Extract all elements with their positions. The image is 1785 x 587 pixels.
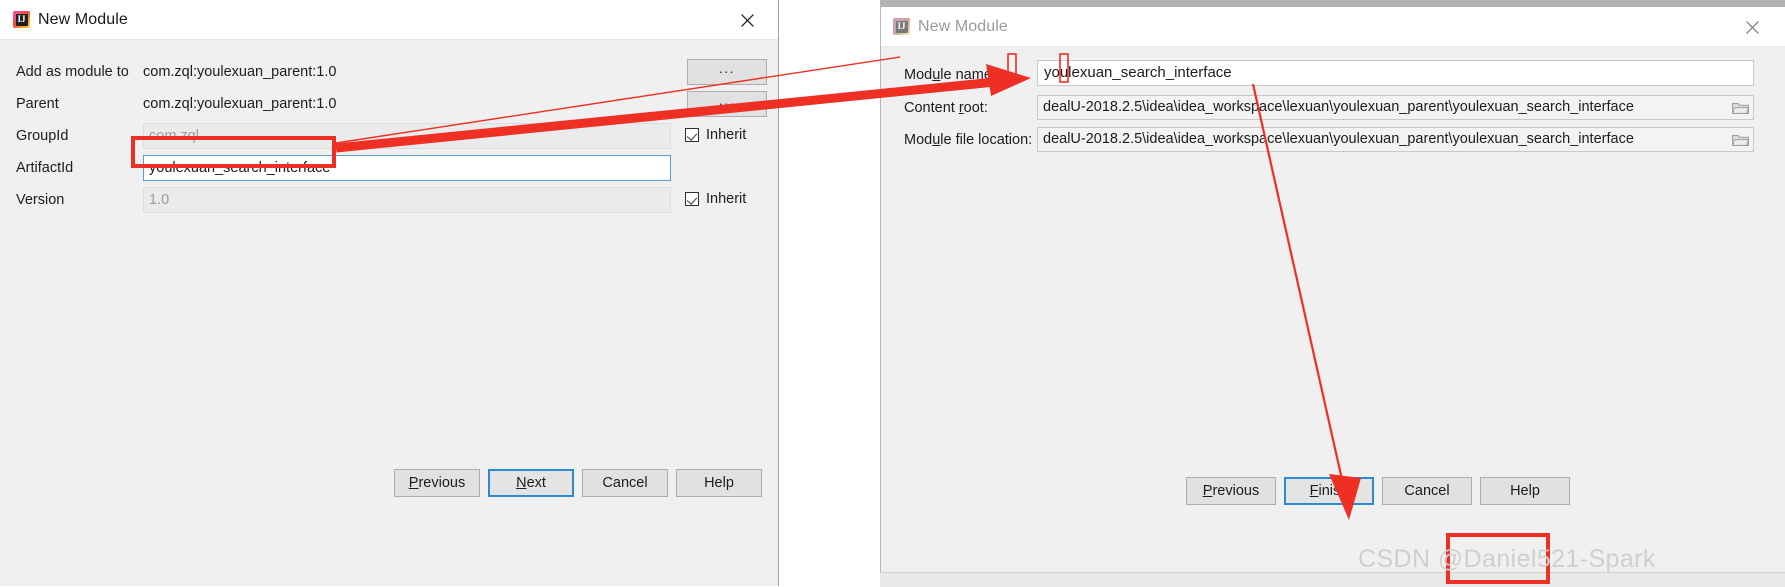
cancel-button-left[interactable]: Cancel [582, 469, 668, 497]
row-add-as-module-to: Add as module to com.zql:youlexuan_paren… [0, 59, 778, 85]
groupid-inherit-label: Inherit [706, 127, 747, 143]
next-button-left[interactable]: Next [488, 469, 574, 497]
row-version: Version 1.0 Inherit [0, 187, 778, 213]
left-dialog-titlebar: IJ New Module [0, 0, 778, 40]
row-module-file-location: Module file location: dealU-2018.2.5\ide… [880, 127, 1785, 153]
help-button-right[interactable]: Help [1480, 477, 1570, 505]
label-version: Version [16, 192, 65, 208]
browse-add-as-module-to-button[interactable]: ... [687, 59, 767, 85]
label-add-as-module-to: Add as module to [16, 64, 129, 80]
right-dialog-body: Module name: youlexuan_search_interface … [880, 47, 1785, 586]
browse-parent-label: ... [718, 92, 736, 108]
desktop-gap [779, 0, 880, 586]
cancel-button-right[interactable]: Cancel [1382, 477, 1472, 505]
cancel-button-left-label: Cancel [602, 475, 648, 491]
help-button-left-label: Help [704, 475, 734, 491]
left-dialog-body: Add as module to com.zql:youlexuan_paren… [0, 40, 778, 586]
cancel-button-right-label: Cancel [1404, 483, 1450, 499]
row-parent: Parent com.zql:youlexuan_parent:1.0 ... [0, 91, 778, 117]
content-root-input[interactable]: dealU-2018.2.5\idea\idea_workspace\lexua… [1037, 95, 1754, 120]
row-content-root: Content root: dealU-2018.2.5\idea\idea_w… [880, 95, 1785, 121]
browse-parent-button[interactable]: ... [687, 91, 767, 117]
csdn-watermark: CSDN @Daniel521-Spark [1358, 545, 1656, 573]
left-dialog-title: New Module [38, 10, 128, 28]
new-module-dialog-right: IJ New Module Module name: youlexuan_sea… [880, 7, 1785, 586]
version-input[interactable]: 1.0 [143, 187, 671, 213]
intellij-idea-icon: IJ [13, 11, 30, 28]
help-button-left[interactable]: Help [676, 469, 762, 497]
row-artifactid: ArtifactId youlexuan_search_interface [0, 155, 778, 181]
module-name-input[interactable]: youlexuan_search_interface [1037, 60, 1754, 86]
label-parent: Parent [16, 96, 59, 112]
right-dialog-title: New Module [918, 17, 1008, 35]
right-window-top-strip [880, 0, 1785, 7]
version-inherit-label: Inherit [706, 191, 747, 207]
version-inherit-checkbox[interactable]: Inherit [685, 191, 746, 207]
module-file-location-input[interactable]: dealU-2018.2.5\idea\idea_workspace\lexua… [1037, 127, 1754, 152]
row-module-name: Module name: youlexuan_search_interface [880, 60, 1785, 88]
finish-button-label: Finish [1309, 483, 1349, 499]
previous-button-left[interactable]: Previous [394, 469, 480, 497]
content-root-value: dealU-2018.2.5\idea\idea_workspace\lexua… [1043, 99, 1634, 115]
next-button-left-label: Next [516, 475, 546, 491]
value-add-as-module-to: com.zql:youlexuan_parent:1.0 [143, 64, 337, 80]
row-groupid: GroupId com.zql Inherit [0, 123, 778, 149]
previous-button-right-label: Previous [1202, 483, 1260, 499]
artifactid-input[interactable]: youlexuan_search_interface [143, 155, 671, 181]
previous-button-left-label: Previous [408, 475, 466, 491]
right-dialog-bottom-strip [880, 572, 1785, 587]
new-module-dialog-left: IJ New Module Add as module to com.zql:y… [0, 0, 779, 586]
folder-icon[interactable] [1727, 128, 1753, 151]
checkbox-box-groupid-inherit [685, 128, 699, 142]
groupid-input[interactable]: com.zql [143, 123, 671, 149]
previous-button-right[interactable]: Previous [1186, 477, 1276, 505]
close-icon[interactable] [1729, 7, 1775, 47]
intellij-idea-icon: IJ [893, 18, 910, 35]
module-file-location-value: dealU-2018.2.5\idea\idea_workspace\lexua… [1043, 131, 1634, 147]
label-artifactid: ArtifactId [16, 160, 74, 176]
value-parent: com.zql:youlexuan_parent:1.0 [143, 96, 337, 112]
browse-add-as-module-to-label: ... [718, 60, 736, 76]
folder-icon[interactable] [1727, 96, 1753, 119]
finish-button[interactable]: Finish [1284, 477, 1374, 505]
checkbox-box-version-inherit [685, 192, 699, 206]
label-content-root: Content root: [904, 100, 988, 116]
label-module-name: Module name: [904, 67, 996, 83]
right-dialog-titlebar: IJ New Module [880, 7, 1785, 47]
label-module-file-location: Module file location: [904, 132, 1033, 148]
help-button-right-label: Help [1510, 483, 1540, 499]
groupid-inherit-checkbox[interactable]: Inherit [685, 127, 746, 143]
close-icon[interactable] [724, 0, 770, 40]
label-groupid: GroupId [16, 128, 69, 144]
